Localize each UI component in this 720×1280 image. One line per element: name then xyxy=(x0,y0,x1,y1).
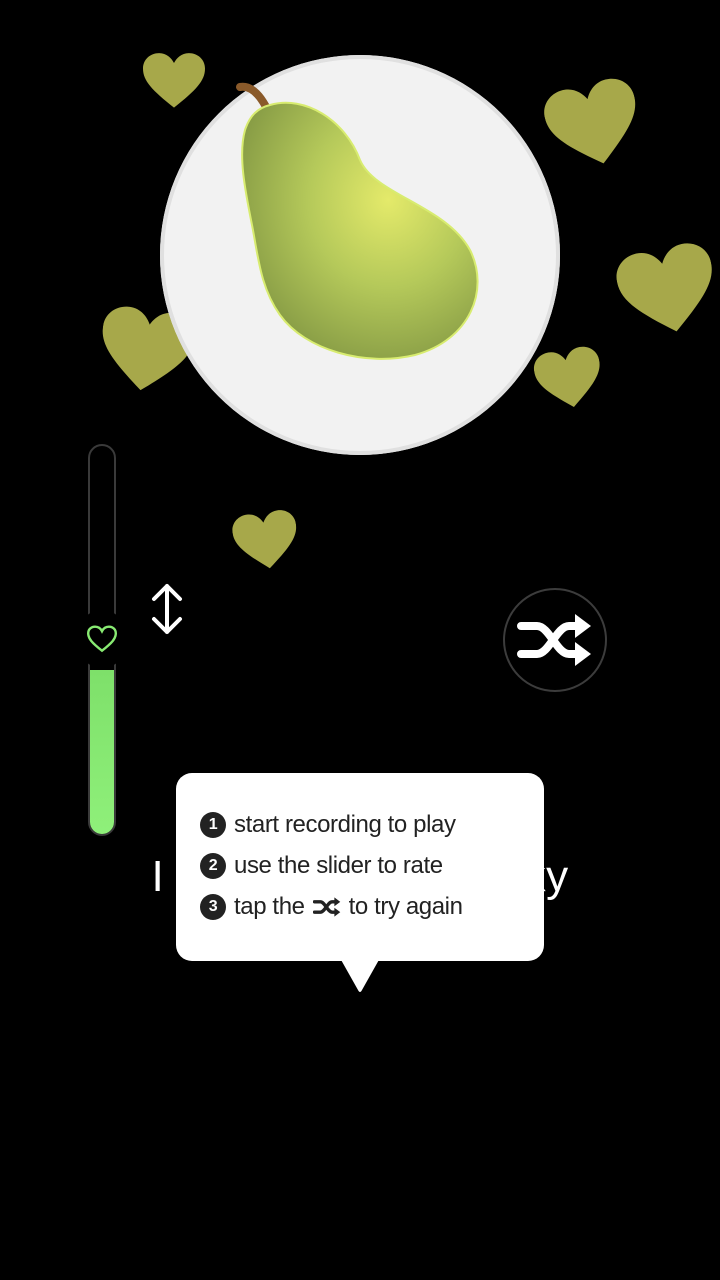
pear-icon xyxy=(236,82,479,360)
instruction-step-1: 1 start recording to play xyxy=(200,809,456,841)
heart-outline-icon xyxy=(87,625,117,653)
step-number-badge: 3 xyxy=(200,894,226,920)
shuffle-icon xyxy=(312,897,340,917)
rating-slider-thumb[interactable] xyxy=(78,610,126,668)
up-down-arrow-icon xyxy=(152,584,182,634)
step-text-before: tap the xyxy=(234,893,305,920)
heart-icon xyxy=(533,346,600,407)
shuffle-button[interactable] xyxy=(503,588,607,692)
heart-icon xyxy=(232,510,297,569)
instruction-step-2: 2 use the slider to rate xyxy=(200,850,443,882)
shuffle-icon xyxy=(517,614,591,666)
tooltip-pointer xyxy=(340,958,380,992)
instruction-step-3: 3 tap the to try again xyxy=(200,891,463,923)
instructions-tooltip: 1 start recording to play 2 use the slid… xyxy=(176,773,544,961)
step-text: use the slider to rate xyxy=(234,852,443,879)
heart-icon xyxy=(143,53,205,108)
step-text: start recording to play xyxy=(234,811,456,838)
heart-icon xyxy=(544,78,636,164)
rating-slider-fill xyxy=(90,670,114,834)
step-number-badge: 2 xyxy=(200,853,226,879)
step-number-badge: 1 xyxy=(200,812,226,838)
step-text-after: to try again xyxy=(348,893,463,920)
heart-icon xyxy=(616,243,712,332)
